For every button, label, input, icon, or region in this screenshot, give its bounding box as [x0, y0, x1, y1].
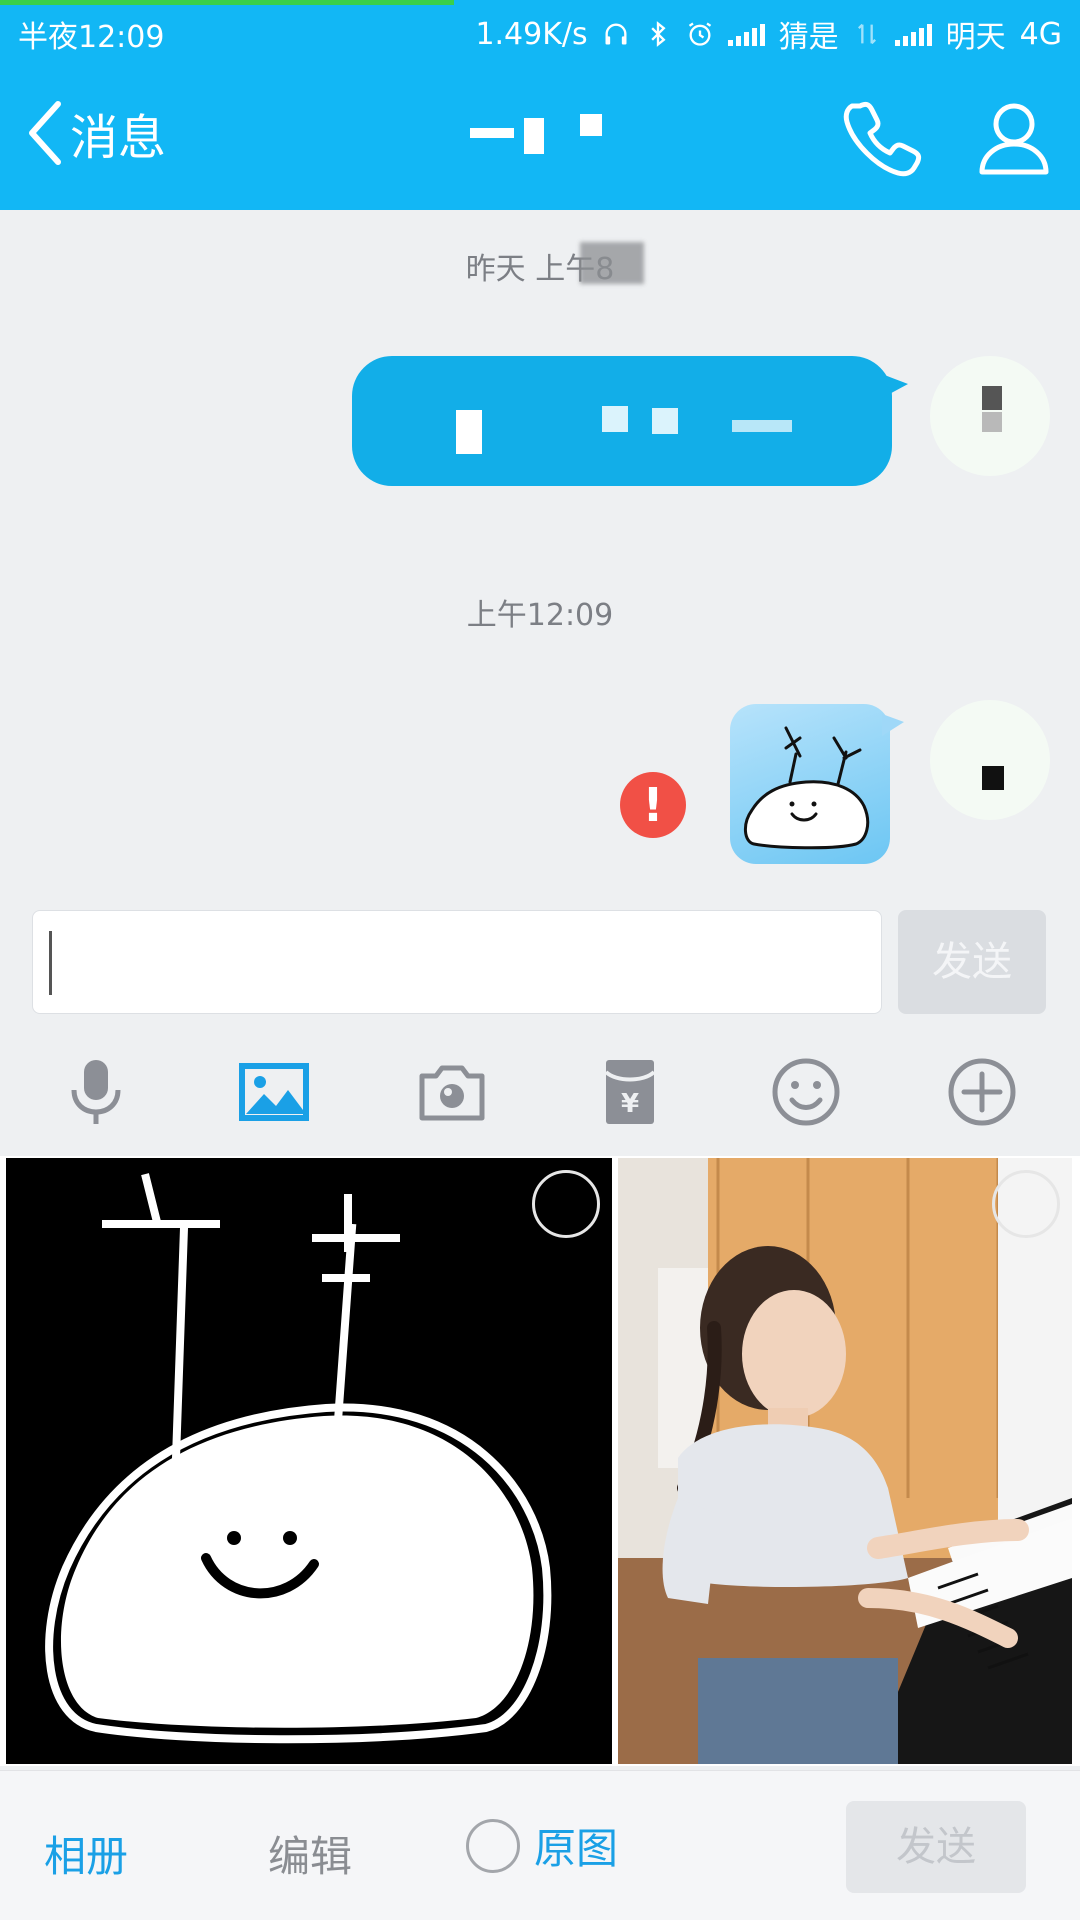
blob-sticker-icon [744, 726, 870, 850]
photo-thumbnail[interactable] [6, 1158, 612, 1764]
redaction-block [732, 420, 792, 432]
data-transfer-icon [857, 23, 876, 45]
signal-icon-2 [894, 22, 932, 46]
photo-picker[interactable] [0, 1156, 1080, 1766]
svg-text:¥: ¥ [621, 1089, 639, 1119]
send-failed-icon[interactable]: ! [620, 772, 686, 838]
edit-button[interactable]: 编辑 [268, 1823, 352, 1884]
page-load-progress [0, 0, 454, 5]
profile-icon[interactable] [974, 98, 1054, 178]
bluetooth-icon [650, 21, 666, 47]
text-caret [49, 931, 52, 995]
timestamp-today: 上午12:09 [466, 598, 614, 633]
microphone-icon[interactable] [60, 1056, 132, 1128]
photo-bottom-bar: 相册 编辑 原图 发送 [0, 1770, 1080, 1920]
camera-icon[interactable] [416, 1056, 488, 1128]
net-speed: 1.49K/s [475, 16, 588, 52]
headphones-icon [605, 23, 627, 45]
sent-sticker-message[interactable] [730, 704, 904, 864]
signal-icon [727, 22, 765, 46]
avatar-redaction [982, 386, 1002, 410]
chat-header: 消息 [0, 64, 1080, 210]
input-toolbar: ¥ [0, 1040, 1080, 1140]
redaction-block [456, 410, 482, 454]
bubble-tail [882, 374, 908, 398]
red-packet-icon[interactable]: ¥ [594, 1056, 666, 1128]
status-icons: 1.49K/s 猜是 明天 4G [475, 12, 1062, 56]
sent-message-redacted[interactable] [352, 356, 908, 486]
redaction-block [652, 408, 678, 434]
status-bar: 半夜12:09 1.49K/s 猜是 明天 4G [0, 0, 1080, 64]
emoji-icon[interactable] [770, 1056, 842, 1128]
phone-icon[interactable] [842, 98, 922, 178]
photo-select-checkbox[interactable] [532, 1170, 600, 1238]
timestamp-yesterday: 昨天 上午8 [0, 244, 1080, 288]
network-type: 4G [1019, 16, 1062, 52]
photo-select-checkbox[interactable] [992, 1170, 1060, 1238]
alarm-icon [688, 22, 711, 46]
chevron-left-icon [29, 101, 61, 165]
original-image-toggle[interactable]: 原图 [466, 1815, 618, 1876]
original-label: 原图 [534, 1824, 619, 1873]
image-icon[interactable] [238, 1056, 310, 1128]
avatar[interactable] [930, 356, 1050, 476]
photo-thumbnail[interactable] [618, 1158, 1072, 1764]
send-photo-button[interactable]: 发送 [846, 1801, 1026, 1893]
carrier-2: 明天 [945, 20, 1006, 55]
send-button[interactable]: 发送 [898, 910, 1046, 1014]
avatar[interactable] [930, 700, 1050, 820]
message-input[interactable] [32, 910, 882, 1014]
contact-name-redacted [470, 114, 610, 154]
redaction-patch [580, 242, 644, 284]
back-button[interactable]: 消息 [24, 98, 166, 168]
avatar-redaction [982, 412, 1002, 432]
carrier-1: 猜是 [778, 20, 839, 55]
avatar-redaction [982, 766, 1004, 790]
blob-sticker-image [45, 1173, 552, 1744]
status-time: 半夜12:09 [18, 20, 165, 55]
back-label: 消息 [70, 110, 167, 166]
redaction-block [602, 406, 628, 432]
plus-icon[interactable] [946, 1056, 1018, 1128]
bubble-tail [882, 714, 904, 736]
album-tab[interactable]: 相册 [44, 1823, 128, 1884]
original-radio-icon [466, 1818, 520, 1873]
piano-photo-image [618, 1158, 1072, 1764]
